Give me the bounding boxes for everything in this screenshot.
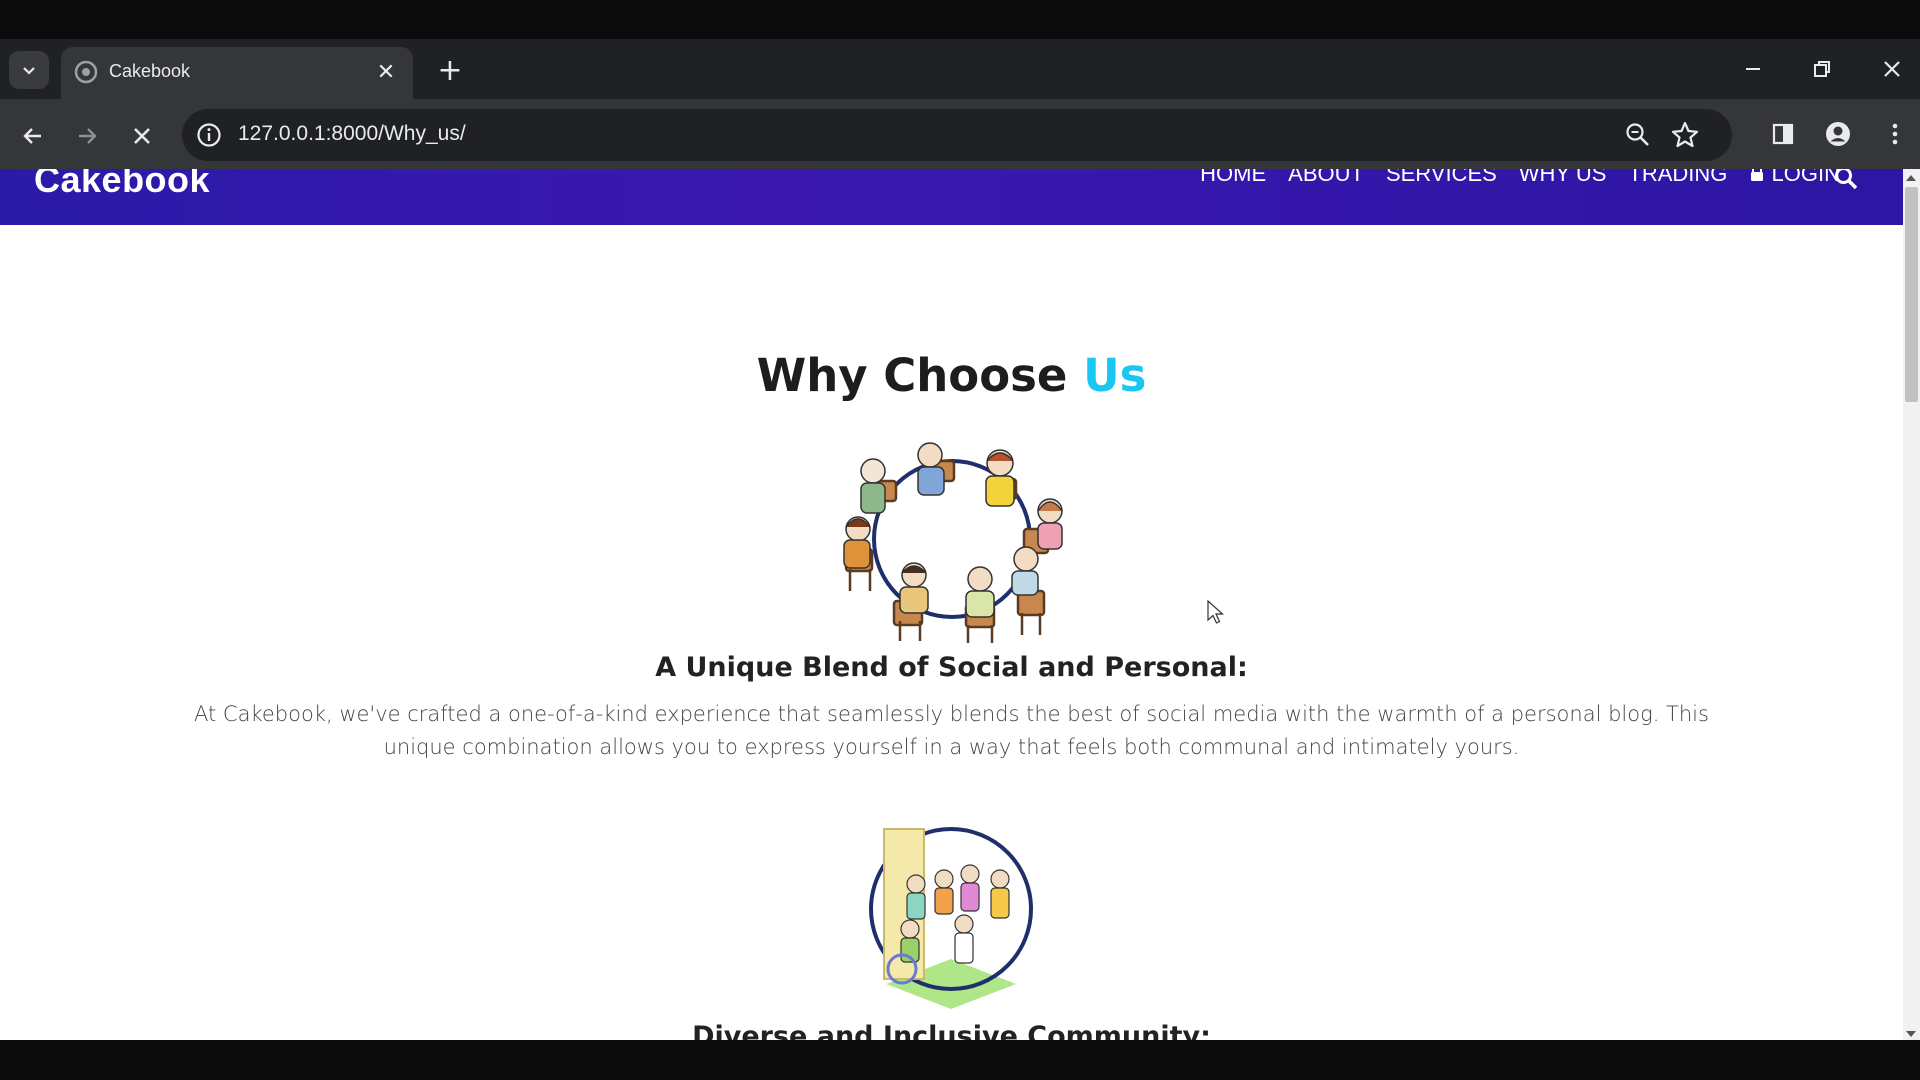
scroll-down-arrow-icon[interactable] xyxy=(1906,1031,1916,1037)
mouse-cursor-icon xyxy=(1207,600,1225,624)
forward-button[interactable] xyxy=(67,116,107,156)
address-bar[interactable]: 127.0.0.1:8000/Why_us/ xyxy=(182,109,1732,161)
feature-2-title: Diverse and Inclusive Community: xyxy=(692,1021,1211,1040)
tab-title: Cakebook xyxy=(109,61,191,81)
tab-close-button[interactable]: ✕ xyxy=(371,57,401,87)
browser-tab[interactable]: Cakebook ✕ xyxy=(61,47,413,99)
page-viewport: Cakebook HOME ABOUT SERVICES WHY US TRAD… xyxy=(0,169,1920,1040)
back-button[interactable] xyxy=(13,116,53,156)
minimize-button[interactable] xyxy=(1723,45,1783,93)
url-text[interactable]: 127.0.0.1:8000/Why_us/ xyxy=(238,122,466,146)
site-info-icon[interactable] xyxy=(195,121,223,149)
bookmark-star-icon[interactable] xyxy=(1670,120,1700,150)
scrollbar-thumb[interactable] xyxy=(1905,187,1918,402)
page-title: Why Choose Us xyxy=(0,349,1903,402)
nav-link-login[interactable]: LOGIN xyxy=(1749,169,1840,187)
forward-arrow-icon xyxy=(79,128,97,144)
profile-icon xyxy=(1826,122,1850,146)
search-icon[interactable] xyxy=(1833,169,1859,191)
lock-icon xyxy=(1751,169,1764,181)
site-navbar: Cakebook HOME ABOUT SERVICES WHY US TRAD… xyxy=(0,169,1903,225)
group-circle-illustration xyxy=(843,442,1063,643)
stop-loading-icon xyxy=(134,128,150,144)
nav-link-about[interactable]: ABOUT xyxy=(1288,169,1364,187)
restore-button[interactable] xyxy=(1792,45,1852,93)
feature-1-title: A Unique Blend of Social and Personal: xyxy=(655,652,1248,683)
tab-search-button[interactable] xyxy=(9,51,49,89)
page-title-accent: Us xyxy=(1083,349,1147,402)
page-title-main: Why Choose xyxy=(756,349,1084,402)
chevron-down-icon xyxy=(23,67,35,75)
favicon-icon xyxy=(74,60,98,84)
zoom-icon[interactable] xyxy=(1624,121,1652,149)
screen-top-border xyxy=(0,0,1920,39)
window-close-button[interactable] xyxy=(1862,45,1920,93)
kebab-menu-icon xyxy=(1892,123,1898,145)
profile-button[interactable] xyxy=(1818,114,1858,154)
stop-loading-button[interactable] xyxy=(122,116,162,156)
feature-1-text: At Cakebook, we've crafted a one-of-a-ki… xyxy=(194,702,1709,759)
new-tab-button[interactable]: + xyxy=(430,52,470,88)
restore-icon xyxy=(1814,61,1830,77)
window-close-icon xyxy=(1884,61,1900,77)
browser-menu-button[interactable] xyxy=(1875,114,1915,154)
screen-bottom-border xyxy=(0,1040,1920,1080)
side-panel-button[interactable] xyxy=(1763,114,1803,154)
nav-link-trading[interactable]: TRADING xyxy=(1628,169,1727,187)
nav-link-why-us[interactable]: WHY US xyxy=(1519,169,1607,187)
nav-login-label: LOGIN xyxy=(1771,169,1840,186)
nav-link-services[interactable]: SERVICES xyxy=(1386,169,1497,187)
community-illustration xyxy=(869,827,1033,1009)
site-brand-logo[interactable]: Cakebook xyxy=(34,169,210,201)
back-arrow-icon xyxy=(23,128,41,144)
side-panel-icon xyxy=(1772,123,1794,145)
scroll-up-arrow-icon[interactable] xyxy=(1906,175,1916,181)
minimize-icon xyxy=(1746,68,1760,70)
nav-link-home[interactable]: HOME xyxy=(1200,169,1266,187)
site-nav-links: HOME ABOUT SERVICES WHY US TRADING LOGIN xyxy=(1200,169,1840,187)
